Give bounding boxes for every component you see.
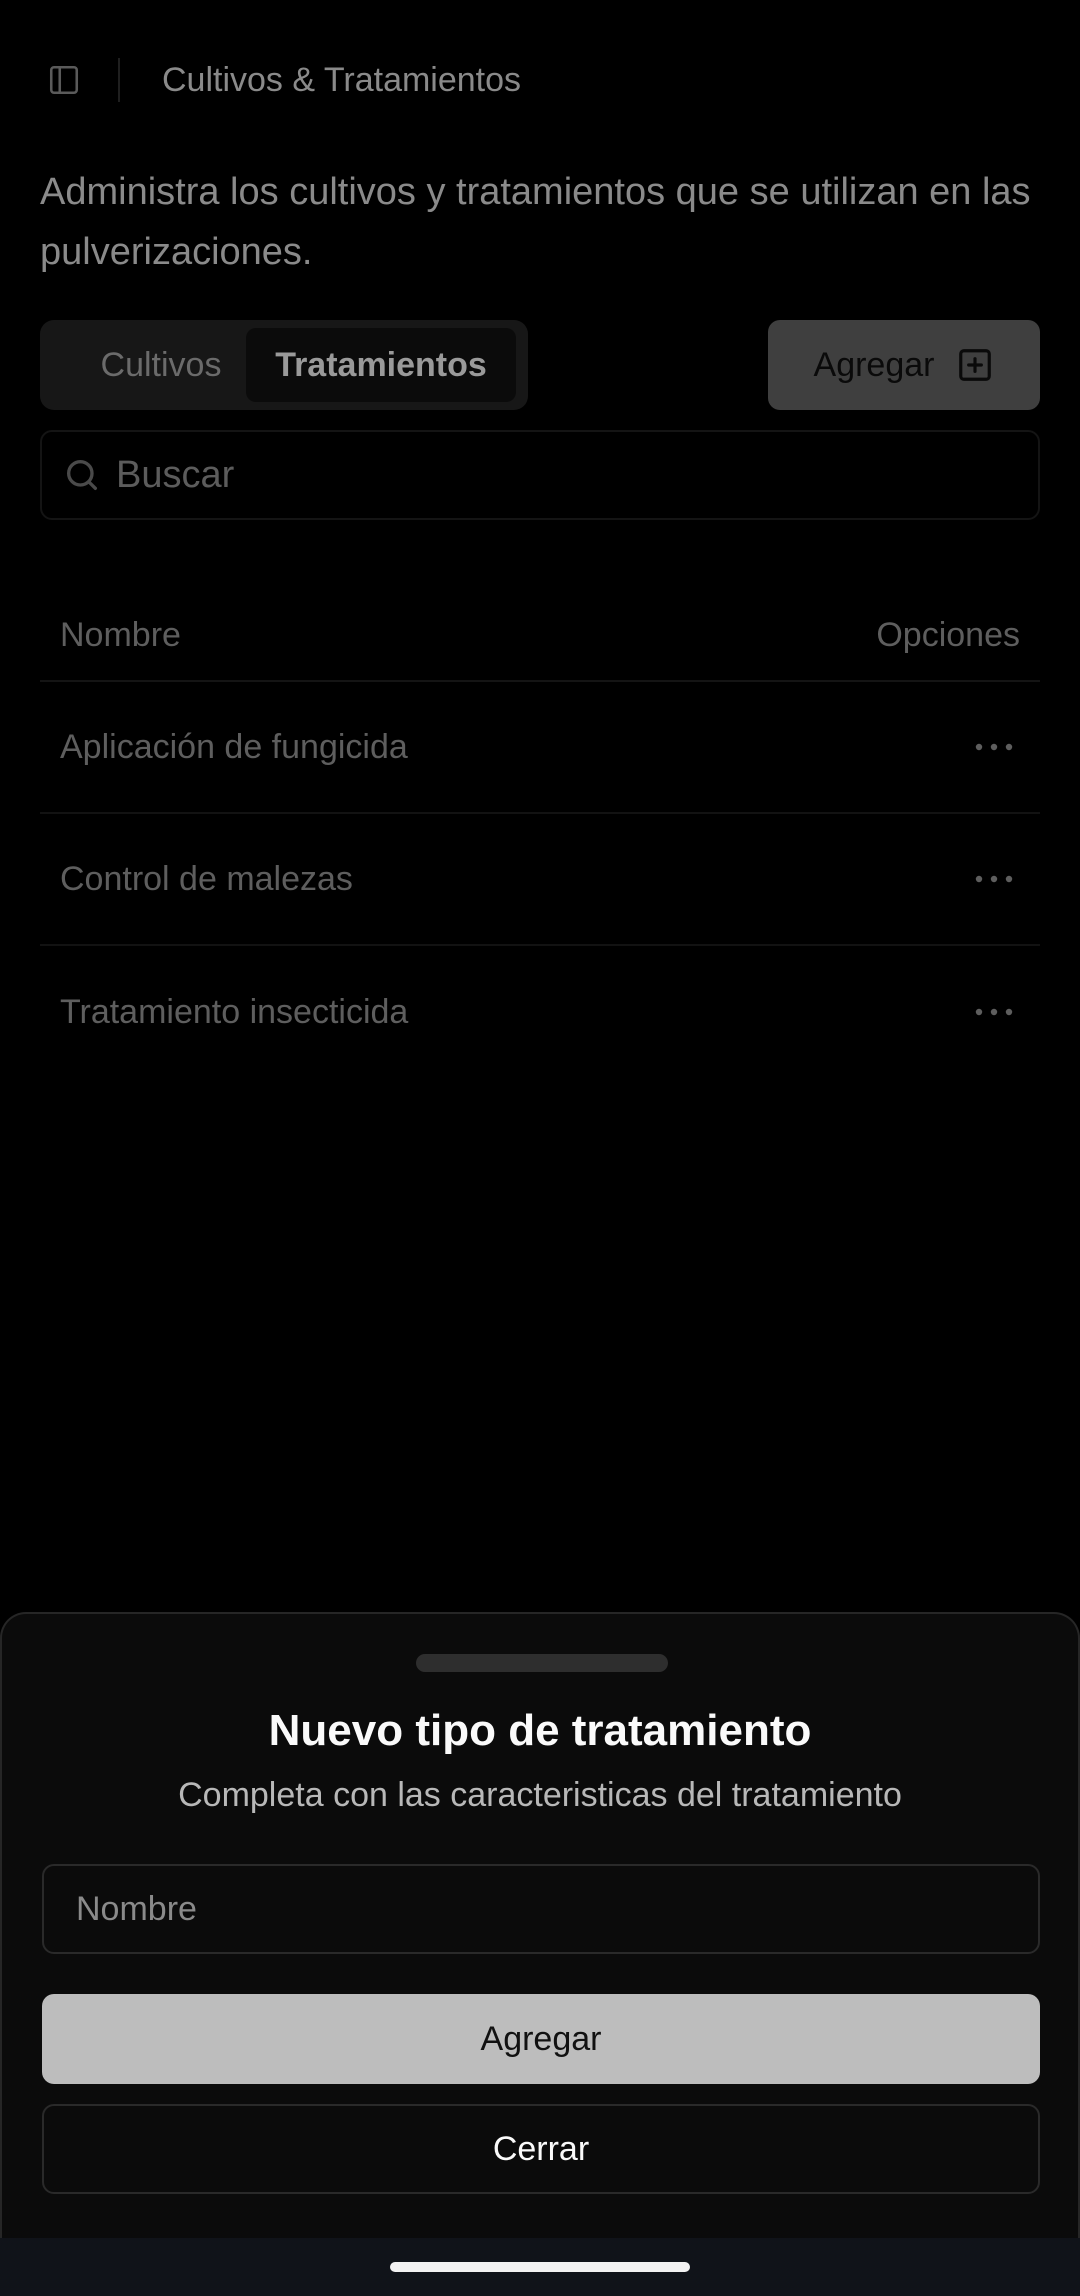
header-divider bbox=[118, 58, 120, 102]
add-button[interactable]: Agregar bbox=[768, 320, 1040, 410]
row-name: Tratamiento insecticida bbox=[60, 992, 409, 1031]
sheet-subtitle: Completa con las caracteristicas del tra… bbox=[178, 1776, 902, 1814]
more-horizontal-icon bbox=[975, 743, 1013, 751]
submit-button[interactable]: Agregar bbox=[42, 1994, 1040, 2084]
sidebar-toggle-button[interactable] bbox=[44, 60, 84, 100]
page-title: Cultivos & Tratamientos bbox=[162, 61, 522, 99]
more-options-button[interactable] bbox=[974, 859, 1014, 899]
more-options-button[interactable] bbox=[974, 727, 1014, 767]
more-horizontal-icon bbox=[975, 1008, 1013, 1016]
table-row: Aplicación de fungicida bbox=[40, 682, 1040, 814]
search-input[interactable]: Buscar bbox=[40, 430, 1040, 520]
plus-square-icon bbox=[959, 349, 992, 381]
tab-cultivos[interactable]: Cultivos bbox=[48, 328, 274, 402]
row-name: Aplicación de fungicida bbox=[60, 727, 408, 766]
tab-list: Cultivos Tratamientos bbox=[40, 320, 528, 410]
sidebar-toggle-icon bbox=[49, 65, 79, 95]
bottom-sheet: Nuevo tipo de tratamiento Completa con l… bbox=[0, 1612, 1080, 2238]
table-row: Tratamiento insecticida bbox=[40, 946, 1040, 1078]
home-indicator[interactable] bbox=[390, 2262, 690, 2272]
table-row: Control de malezas bbox=[40, 814, 1040, 946]
sheet-drag-handle[interactable] bbox=[416, 1654, 668, 1672]
name-field[interactable]: Nombre bbox=[42, 1864, 1040, 1954]
add-button-label: Agregar bbox=[813, 345, 935, 384]
close-button[interactable]: Cerrar bbox=[42, 2104, 1040, 2194]
search-icon bbox=[67, 460, 98, 490]
page-description: Administra los cultivos y tratamientos q… bbox=[40, 171, 1031, 273]
more-horizontal-icon bbox=[975, 875, 1013, 883]
search-placeholder: Buscar bbox=[116, 453, 235, 496]
column-header-opciones: Opciones bbox=[876, 615, 1020, 654]
tab-tratamientos[interactable]: Tratamientos bbox=[246, 328, 516, 402]
table-header: Nombre Opciones bbox=[40, 590, 1040, 682]
more-options-button[interactable] bbox=[974, 992, 1014, 1032]
header: Cultivos & Tratamientos bbox=[0, 0, 1080, 160]
page: Cultivos & Tratamientos Administra los c… bbox=[0, 0, 1080, 2296]
row-name: Control de malezas bbox=[60, 859, 353, 898]
treatments-table: Nombre Opciones Aplicación de fungicida … bbox=[40, 590, 1040, 1078]
system-navigation-bar bbox=[0, 2238, 1080, 2296]
name-field-placeholder: Nombre bbox=[76, 1889, 197, 1928]
sheet-title: Nuevo tipo de tratamiento bbox=[268, 1706, 812, 1755]
column-header-nombre: Nombre bbox=[60, 615, 181, 654]
